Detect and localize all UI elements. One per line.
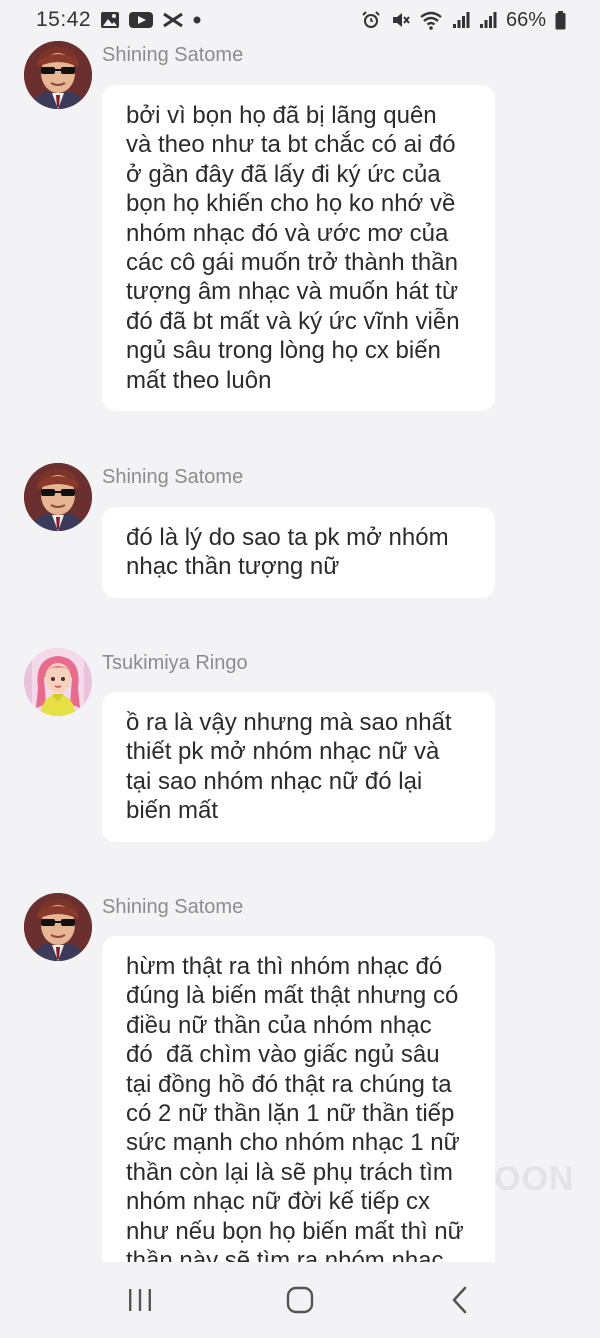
- capcut-icon: [162, 11, 184, 29]
- avatar[interactable]: [24, 648, 92, 716]
- alarm-icon: [361, 10, 381, 30]
- sender-name: Shining Satome: [102, 466, 244, 488]
- sender-name: Tsukimiya Ringo: [102, 652, 248, 674]
- avatar[interactable]: [24, 463, 92, 531]
- home-icon: [286, 1286, 314, 1314]
- sender-name: Shining Satome: [102, 896, 244, 918]
- avatar[interactable]: [24, 41, 92, 109]
- message-bubble: đó là lý do sao ta pk mở nhóm nhạc thần …: [102, 507, 495, 598]
- battery-icon: [555, 10, 566, 30]
- message-bubble: hừm thật ra thì nhóm nhạc đó đúng là biế…: [102, 936, 495, 1262]
- message-bubble: bởi vì bọn họ đã bị lãng quên và theo nh…: [102, 85, 495, 412]
- message-bubble: ồ ra là vậy nhưng mà sao nhất thiết pk m…: [102, 692, 495, 842]
- signal-icon-2: [479, 11, 497, 29]
- status-left: 15:42: [36, 8, 201, 32]
- signal-icon: [452, 11, 470, 29]
- sender-name: Shining Satome: [102, 44, 244, 66]
- back-button[interactable]: [430, 1280, 490, 1320]
- youtube-icon: [129, 11, 154, 29]
- gallery-icon: [100, 11, 120, 29]
- wifi-icon: [419, 10, 443, 30]
- status-right: 66%: [361, 9, 566, 32]
- home-button[interactable]: [270, 1280, 330, 1320]
- clock: 15:42: [36, 8, 92, 31]
- chat-area[interactable]: Shining Satome bởi vì bọn họ đã bị lãng …: [0, 40, 600, 1262]
- avatar[interactable]: [24, 893, 92, 961]
- recent-apps-button[interactable]: [110, 1280, 170, 1320]
- watermark: OON: [494, 1160, 575, 1198]
- back-icon: [452, 1286, 467, 1314]
- navigation-bar: [0, 1262, 600, 1338]
- recent-apps-icon: [129, 1289, 151, 1311]
- notification-dot-icon: [193, 16, 201, 24]
- battery-percent: 66%: [505, 8, 546, 31]
- status-bar: 15:42 66%: [0, 0, 600, 40]
- mute-icon: [390, 10, 410, 30]
